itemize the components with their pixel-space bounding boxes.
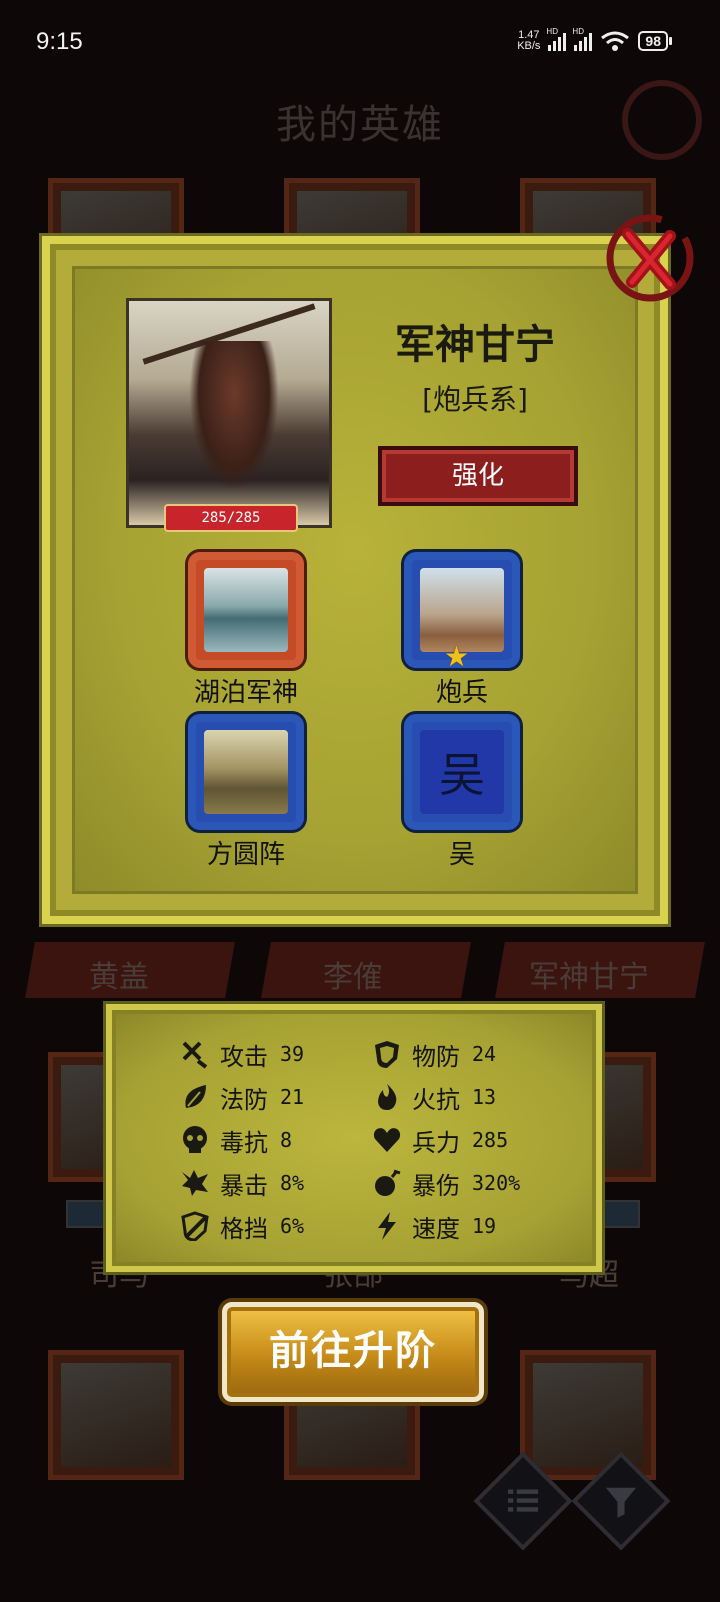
signal-icon-2: HD bbox=[572, 27, 593, 51]
skill-lake-war-god[interactable] bbox=[188, 552, 304, 668]
background-close-icon bbox=[622, 80, 702, 160]
bomb-icon bbox=[370, 1166, 404, 1200]
list-icon bbox=[507, 1489, 539, 1512]
network-speed: 1.47 KB/s bbox=[517, 30, 540, 52]
hero-card bbox=[520, 1350, 656, 1480]
sword-icon bbox=[178, 1037, 212, 1071]
skill-label: 炮兵 bbox=[435, 678, 488, 708]
hero-portrait bbox=[126, 298, 332, 528]
signal-hd-label: HD bbox=[546, 27, 558, 36]
skill-square-circle-formation[interactable] bbox=[188, 714, 304, 830]
skill-label: 湖泊军神 bbox=[193, 678, 298, 708]
wu-banner-icon: 吴 bbox=[420, 730, 504, 814]
network-speed-unit: KB/s bbox=[517, 40, 541, 52]
signal-hd-label-2: HD bbox=[572, 27, 584, 36]
strengthen-button[interactable]: 强化 bbox=[378, 446, 578, 506]
stat-physical-defense: 物防 24 bbox=[370, 1034, 496, 1074]
status-bar: 9:15 1.47 KB/s HD HD 98 bbox=[0, 0, 720, 86]
fire-icon bbox=[370, 1080, 404, 1114]
stat-poison-resist: 毒抗 8 bbox=[178, 1120, 292, 1160]
stat-critical-damage: 暴伤 320% bbox=[370, 1163, 520, 1203]
leaf-icon bbox=[178, 1080, 212, 1114]
hero-card-name: 李傕 bbox=[323, 960, 383, 995]
hero-card-name: 黄盖 bbox=[89, 960, 149, 995]
stat-magic-defense: 法防 21 bbox=[178, 1077, 304, 1117]
skull-icon bbox=[178, 1123, 212, 1157]
battery-icon: 98 bbox=[638, 31, 672, 51]
hero-type: [炮兵系] bbox=[422, 383, 528, 416]
signal-icon: HD bbox=[546, 27, 567, 51]
stat-critical: 暴击 8% bbox=[178, 1163, 304, 1203]
close-icon[interactable] bbox=[600, 210, 696, 306]
shield-icon bbox=[370, 1037, 404, 1071]
stat-attack: 攻击 39 bbox=[178, 1034, 304, 1074]
hero-name: 军神甘宁 bbox=[395, 322, 555, 368]
star-icon: ★ bbox=[444, 640, 470, 673]
hero-card-progress bbox=[598, 1200, 640, 1228]
skill-wu-faction[interactable]: 吴 bbox=[404, 714, 520, 830]
wifi-icon bbox=[601, 31, 630, 51]
filter-icon bbox=[605, 1487, 637, 1518]
block-icon bbox=[178, 1209, 212, 1243]
stat-block: 格挡 6% bbox=[178, 1206, 304, 1246]
heart-icon bbox=[370, 1123, 404, 1157]
hero-card bbox=[48, 1350, 184, 1480]
skill-label: 方圆阵 bbox=[206, 840, 285, 870]
status-time: 9:15 bbox=[36, 28, 83, 55]
lightning-icon bbox=[370, 1209, 404, 1243]
hero-hp-bar: 285/285 bbox=[164, 504, 298, 532]
advance-rank-button[interactable]: 前往升阶 bbox=[222, 1302, 484, 1402]
page-title: 我的英雄 bbox=[276, 102, 444, 148]
crit-icon bbox=[178, 1166, 212, 1200]
stat-troops: 兵力 285 bbox=[370, 1120, 508, 1160]
skill-label: 吴 bbox=[448, 840, 475, 870]
stat-speed: 速度 19 bbox=[370, 1206, 496, 1246]
stat-fire-resist: 火抗 13 bbox=[370, 1077, 496, 1117]
hero-card-name: 军神甘宁 bbox=[529, 960, 649, 995]
status-indicators: 1.47 KB/s HD HD 98 bbox=[517, 27, 672, 52]
